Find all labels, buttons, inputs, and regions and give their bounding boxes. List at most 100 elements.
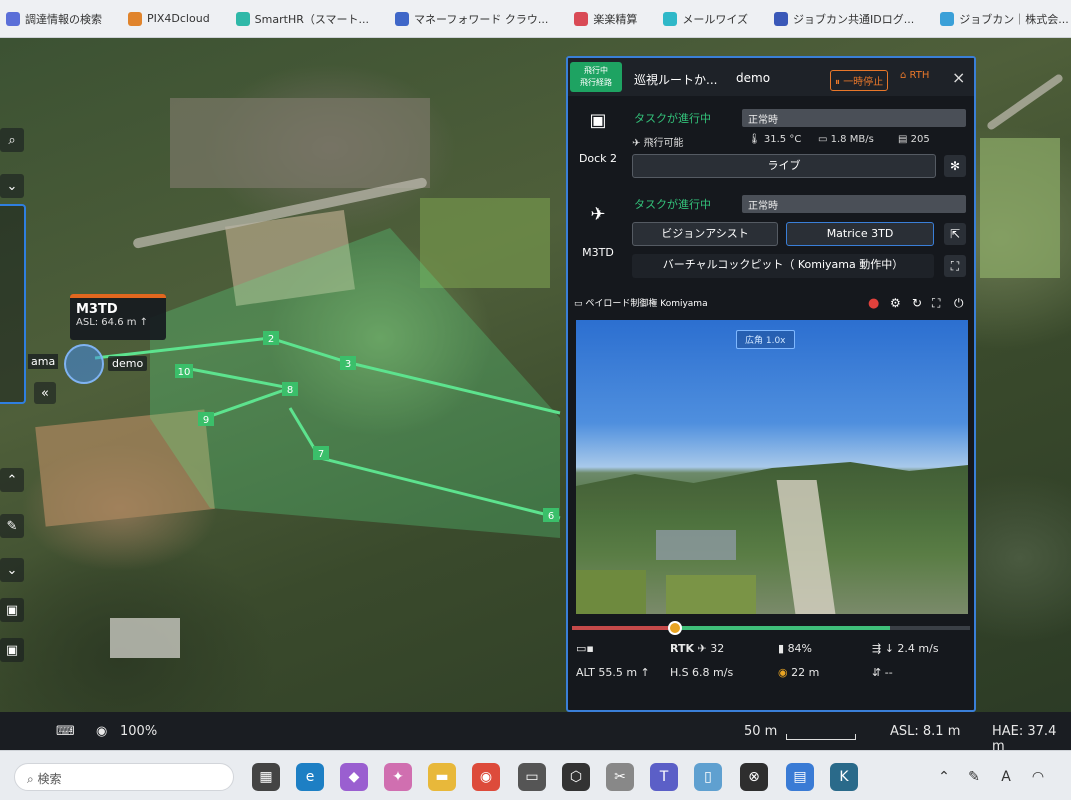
close-icon[interactable]: ×	[952, 68, 965, 87]
asl-readout: ASL: 8.1 m	[890, 724, 961, 739]
bookmark-item[interactable]: メールワイズ	[663, 11, 748, 27]
refresh-icon[interactable]: ↻	[912, 296, 922, 310]
drone-label-bar	[70, 294, 166, 298]
bookmark-label: 楽楽精算	[593, 12, 638, 26]
model-button[interactable]: Matrice 3TD	[786, 222, 934, 246]
dock-state: 正常時	[742, 109, 966, 127]
bookmark-label: PIX4Dcloud	[147, 12, 210, 25]
expand-icon[interactable]: ⛶	[932, 296, 940, 311]
mission-progress[interactable]	[572, 621, 970, 635]
chevron-down-icon[interactable]: ⌄	[0, 558, 24, 582]
rtk-label: RTK	[670, 642, 695, 655]
settings-icon[interactable]: ⚙	[890, 296, 901, 310]
layers-icon[interactable]: ▣	[0, 638, 24, 662]
folder-icon[interactable]: ▬	[428, 763, 456, 791]
zoom-level: 100%	[120, 724, 158, 739]
hs-readout: H.S 6.8 m/s	[670, 666, 734, 679]
green-field	[576, 570, 646, 614]
app-icon[interactable]: ⬡	[562, 763, 590, 791]
pause-label: 一時停止	[843, 77, 884, 88]
bookmark-favicon-icon	[574, 11, 589, 26]
search-icon: ⌕	[27, 772, 38, 786]
search-icon[interactable]: ⌕	[0, 128, 24, 152]
app-icon[interactable]: ✂	[606, 763, 634, 791]
waypoint-7: 7	[318, 449, 324, 460]
zoom-icon[interactable]: ◉	[96, 724, 107, 739]
dock-temp-text: 31.5 °C	[763, 134, 802, 145]
copilot-icon[interactable]: ◆	[340, 763, 368, 791]
live-video-feed[interactable]: 広角 1.0x	[576, 320, 968, 614]
left-device-panel[interactable]	[0, 204, 26, 404]
taskbar-search[interactable]: ⌕ 検索	[14, 763, 234, 791]
wind-icon: ⇶	[872, 642, 885, 655]
dock-flyable: ✈ 飛行可能	[632, 134, 684, 149]
chevron-up-icon[interactable]: ⌃	[0, 468, 24, 492]
collapse-icon[interactable]: «	[34, 382, 56, 404]
dock-icon: ▣	[589, 110, 607, 131]
bookmark-item[interactable]: ジョブカン｜株式会...	[940, 11, 1069, 27]
taskview-icon[interactable]: ▦	[252, 763, 280, 791]
vision-assist-button[interactable]: ビジョンアシスト	[632, 222, 778, 246]
progress-knob[interactable]	[668, 621, 683, 635]
coverage-area	[150, 228, 560, 538]
green-field	[666, 575, 756, 614]
app-icon[interactable]: ▭	[518, 763, 546, 791]
edge-icon[interactable]: e	[296, 763, 324, 791]
battery-icon: ▮	[778, 642, 788, 655]
rth-label: RTH	[909, 70, 930, 81]
zoom-tag: 広角 1.0x	[736, 330, 795, 349]
waypoint-3: 3	[345, 359, 351, 370]
bookmark-item[interactable]: ジョブカン共通IDログ...	[774, 11, 914, 27]
bookmark-item[interactable]: 調達情報の検索	[6, 11, 102, 27]
xbox-icon[interactable]: ⊗	[740, 763, 768, 791]
device-control-panel: 飛行中 飛行経路 巡視ルートか... demo ⏸ 一時停止 ⌂ RTH × ▣ …	[566, 56, 976, 712]
bookmark-label: 調達情報の検索	[25, 12, 102, 26]
copilot-app-icon[interactable]: ✦	[384, 763, 412, 791]
dock-marker[interactable]	[64, 344, 104, 384]
bookmark-favicon-icon	[128, 11, 142, 26]
power-icon[interactable]: ⏻	[954, 296, 964, 311]
layers-icon[interactable]: ▣	[0, 598, 24, 622]
virtual-cockpit-button[interactable]: バーチャルコックピット（ Komiyama 動作中）	[632, 254, 934, 278]
map-status-bar: ⌨ ◉ 100% 50 m ASL: 8.1 m HAE: 37.4 m	[0, 712, 1071, 754]
bookmark-item[interactable]: マネーフォワード クラウ...	[395, 11, 548, 27]
share-icon[interactable]: ⇱	[944, 223, 966, 245]
pause-button[interactable]: ⏸ 一時停止	[830, 70, 889, 91]
teams-icon[interactable]: T	[650, 763, 678, 791]
bookmark-item[interactable]: PIX4Dcloud	[128, 11, 210, 26]
record-icon[interactable]: ●	[868, 296, 879, 311]
fan-icon[interactable]: ✻	[944, 155, 966, 177]
app-icon[interactable]: ▯	[694, 763, 722, 791]
keyboard-icon[interactable]: ⌨	[56, 724, 75, 739]
ime-icon[interactable]: A	[992, 763, 1020, 791]
pen-icon[interactable]: ✎	[0, 514, 24, 538]
store-icon[interactable]: ▤	[786, 763, 814, 791]
live-button[interactable]: ライブ	[632, 154, 936, 178]
drone-label[interactable]: M3TD ASL: 64.6 m ↑	[70, 294, 166, 340]
distance-readout: ◉ 22 m	[778, 666, 819, 679]
rth-button[interactable]: ⌂ RTH	[900, 70, 929, 81]
scale-bar	[786, 734, 856, 740]
wifi-icon[interactable]: ◠	[1024, 763, 1052, 791]
bookmark-favicon-icon	[774, 11, 789, 26]
chevron-down-icon[interactable]: ⌄	[0, 174, 24, 198]
waypoint-2: 2	[268, 334, 274, 345]
storage-icon: ▤	[898, 134, 911, 145]
bookmark-item[interactable]: SmartHR（スマート...	[235, 11, 370, 27]
bookmark-favicon-icon	[395, 11, 410, 26]
panel-header: 飛行中 飛行経路 巡視ルートか... demo ⏸ 一時停止 ⌂ RTH ×	[568, 58, 974, 96]
flight-status-badge: 飛行中 飛行経路	[570, 62, 622, 92]
bookmark-label: SmartHR（スマート...	[254, 12, 370, 26]
drone-name: M3TD	[76, 302, 118, 317]
tray-chevron-icon[interactable]: ⌃	[930, 763, 958, 791]
chrome-icon[interactable]: ◉	[472, 763, 500, 791]
fullscreen-icon[interactable]: ⛶	[944, 255, 966, 277]
drone-icon: ✈	[590, 204, 606, 225]
signal-icon: ▭▪	[576, 642, 594, 655]
bookmark-item[interactable]: 楽楽精算	[574, 11, 637, 27]
dock-label[interactable]: demo	[108, 356, 148, 371]
distance-value: 22 m	[791, 666, 820, 679]
app-icon[interactable]: K	[830, 763, 858, 791]
pen-tray-icon[interactable]: ✎	[960, 763, 988, 791]
rtk-count: 32	[710, 642, 725, 655]
